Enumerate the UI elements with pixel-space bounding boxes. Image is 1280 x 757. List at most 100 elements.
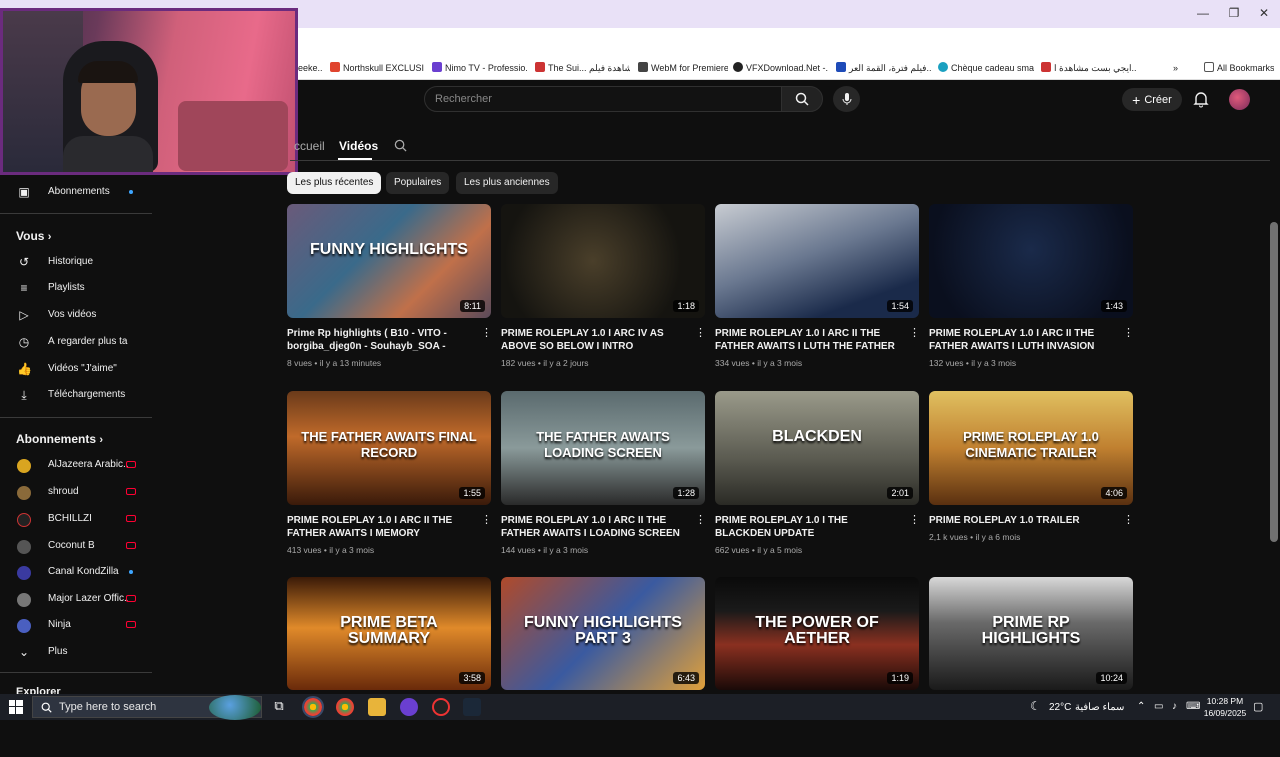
sidebar-item-liked-videos[interactable]: 👍 Vidéos "J'aime" [0,356,150,382]
video-title[interactable]: PRIME ROLEPLAY 1.0 I THE BLACKDEN UPDATE [715,514,897,540]
notifications-icon[interactable] [1192,90,1210,108]
bookmark-item[interactable]: WebM for Premiere [638,61,728,75]
bookmark-item[interactable]: The Sui... مشاهدة فيلم [535,61,630,75]
filter-chip-oldest[interactable]: Les plus anciennes [456,172,558,194]
close-button[interactable]: ✕ [1254,4,1274,22]
tab-home[interactable]: ccueil [294,139,325,153]
windows-start-icon[interactable] [9,700,23,714]
video-card[interactable]: FUNNY HIGHLIGHTS 8:11 Prime Rp highlights … [287,204,492,384]
video-options-icon[interactable]: ⋮ [481,515,492,526]
sidebar-heading-you[interactable]: Vous › [16,229,51,243]
sidebar-sub-ninja[interactable]: Ninja [0,612,150,638]
channel-search-icon[interactable] [394,139,407,152]
restore-button[interactable]: ❐ [1224,4,1244,22]
network-icon[interactable]: ▭ [1154,701,1163,712]
obs-icon[interactable] [432,698,450,716]
bookmark-item[interactable]: Nimo TV - Professio... [432,61,527,75]
video-thumbnail[interactable]: BLACKDEN 2:01 [715,391,919,505]
sidebar-sub-coconut-b[interactable]: Coconut B [0,533,150,559]
video-options-icon[interactable]: ⋮ [695,328,706,339]
tray-chevron-icon[interactable]: ⌃ [1137,701,1145,712]
sidebar-item-your-videos[interactable]: ▷ Vos vidéos [0,302,150,328]
minimize-button[interactable]: — [1193,4,1213,22]
video-thumbnail[interactable]: PRIME ROLEPLAY 1.0 CINEMATIC TRAILER 4:06 [929,391,1133,505]
video-card[interactable]: PRIME RP HIGHLIGHTS 10:24 [929,577,1133,757]
video-thumbnail[interactable]: FUNNY HIGHLIGHTS 8:11 [287,204,491,318]
bookmark-item[interactable]: VFXDownload.Net -... [733,61,828,75]
video-card[interactable]: 1:43 PRIME ROLEPLAY 1.0 I ARC II THE FATH… [929,204,1134,384]
account-avatar[interactable] [1229,89,1250,110]
task-view-icon[interactable]: ⧉ [270,698,288,716]
video-thumbnail[interactable]: FUNNY HIGHLIGHTS PART 3 6:43 [501,577,705,690]
video-options-icon[interactable]: ⋮ [1123,328,1134,339]
sidebar-item-more[interactable]: ⌄ Plus [0,639,150,665]
sidebar-item-history[interactable]: ↺ Historique [0,249,150,275]
sidebar-item-playlists[interactable]: ≡ Playlists [0,275,150,301]
sidebar-item-downloads[interactable]: ⤓ Téléchargements [0,382,150,408]
video-card[interactable]: THE FATHER AWAITS FINAL RECORD 1:55 PRIME … [287,391,492,571]
video-thumbnail[interactable]: 1:18 [501,204,705,318]
sidebar-sub-kondzilla[interactable]: Canal KondZilla [0,559,150,585]
video-title[interactable]: PRIME ROLEPLAY 1.0 I ARC IV AS ABOVE SO … [501,327,683,353]
file-explorer-icon[interactable] [368,698,386,716]
video-thumbnail[interactable]: PRIME RP HIGHLIGHTS 10:24 [929,577,1133,690]
page-scrollbar[interactable] [1270,222,1278,542]
sidebar-heading-subscriptions[interactable]: Abonnements › [16,432,103,446]
video-options-icon[interactable]: ⋮ [909,515,920,526]
video-title[interactable]: Prime Rp highlights ( B10 - VITO - borgi… [287,327,469,353]
video-thumbnail[interactable]: 1:54 [715,204,919,318]
video-card[interactable]: THE POWER OF AETHER 1:19 [715,577,919,757]
bookmark-item[interactable]: فيلم فترة، القمة العر... [836,61,931,75]
video-title[interactable]: PRIME ROLEPLAY 1.0 I ARC II THE FATHER A… [501,514,683,540]
video-card[interactable]: PRIME ROLEPLAY 1.0 CINEMATIC TRAILER 4:06… [929,391,1134,571]
video-thumbnail[interactable]: THE FATHER AWAITS LOADING SCREEN 1:28 [501,391,705,505]
video-title[interactable]: PRIME ROLEPLAY 1.0 I ARC II THE FATHER A… [287,514,469,540]
chrome-icon[interactable] [302,696,324,718]
bookmark-item[interactable]: Northskull EXCLUSI... [330,61,424,75]
bookmark-item[interactable]: eeke... [298,61,323,75]
video-title[interactable]: PRIME ROLEPLAY 1.0 I ARC II THE FATHER A… [715,327,897,353]
video-thumbnail[interactable]: PRIME BETA SUMMARY 3:58 [287,577,491,690]
bookmark-item[interactable]: Chèque cadeau sma... [938,61,1034,75]
weather-description[interactable]: سماء صافية [1075,702,1124,713]
video-card[interactable]: PRIME BETA SUMMARY 3:58 [287,577,491,757]
video-card[interactable]: THE FATHER AWAITS LOADING SCREEN 1:28 PRIM… [501,391,706,571]
temperature[interactable]: 22°C [1049,702,1071,713]
widgets-globe-icon[interactable] [209,695,261,720]
tab-videos[interactable]: Vidéos [339,139,378,153]
search-input[interactable]: Rechercher [424,86,782,112]
video-options-icon[interactable]: ⋮ [909,328,920,339]
video-options-icon[interactable]: ⋮ [481,328,492,339]
language-icon[interactable]: ⌨ [1186,701,1200,712]
video-thumbnail[interactable]: THE POWER OF AETHER 1:19 [715,577,919,690]
video-title[interactable]: PRIME ROLEPLAY 1.0 I ARC II THE FATHER A… [929,327,1111,353]
volume-icon[interactable]: ♪ [1172,701,1177,712]
filter-chip-popular[interactable]: Populaires [386,172,450,194]
video-card[interactable]: 1:54 PRIME ROLEPLAY 1.0 I ARC II THE FATH… [715,204,920,384]
create-button[interactable]: + Créer [1122,88,1182,111]
steam-icon[interactable] [463,698,481,716]
search-button[interactable] [781,86,823,112]
voice-search-button[interactable] [833,86,860,112]
chrome-profile-icon[interactable] [336,698,354,716]
sidebar-sub-bchillzi[interactable]: BCHILLZI [0,506,150,532]
video-options-icon[interactable]: ⋮ [695,515,706,526]
video-card[interactable]: BLACKDEN 2:01 PRIME ROLEPLAY 1.0 I THE BLA… [715,391,920,571]
sidebar-sub-major-lazer[interactable]: Major Lazer Offic... [0,586,150,612]
more-bookmarks-icon[interactable]: » [1173,61,1185,75]
sidebar-sub-aljazeera[interactable]: AlJazeera Arabic... [0,452,150,478]
clock-date[interactable]: 16/09/2025 [1200,708,1250,718]
video-thumbnail[interactable]: THE FATHER AWAITS FINAL RECORD 1:55 [287,391,491,505]
video-title[interactable]: PRIME ROLEPLAY 1.0 TRAILER [929,514,1111,527]
sidebar-item-subscriptions[interactable]: ▣ Abonnements [0,179,150,205]
video-options-icon[interactable]: ⋮ [1123,515,1134,526]
video-card[interactable]: FUNNY HIGHLIGHTS PART 3 6:43 [501,577,705,757]
video-card[interactable]: 1:18 PRIME ROLEPLAY 1.0 I ARC IV AS ABOVE… [501,204,706,384]
bookmark-item[interactable]: ايجي بست مشاهدة ا... [1041,61,1136,75]
discord-icon[interactable] [400,698,418,716]
sidebar-item-watch-later[interactable]: ◷ À regarder plus tard [0,329,150,355]
clock-time[interactable]: 10:28 PM [1205,696,1245,706]
notifications-center-icon[interactable]: ▢ [1253,700,1263,713]
sidebar-sub-shroud[interactable]: shroud [0,479,150,505]
video-thumbnail[interactable]: 1:43 [929,204,1133,318]
